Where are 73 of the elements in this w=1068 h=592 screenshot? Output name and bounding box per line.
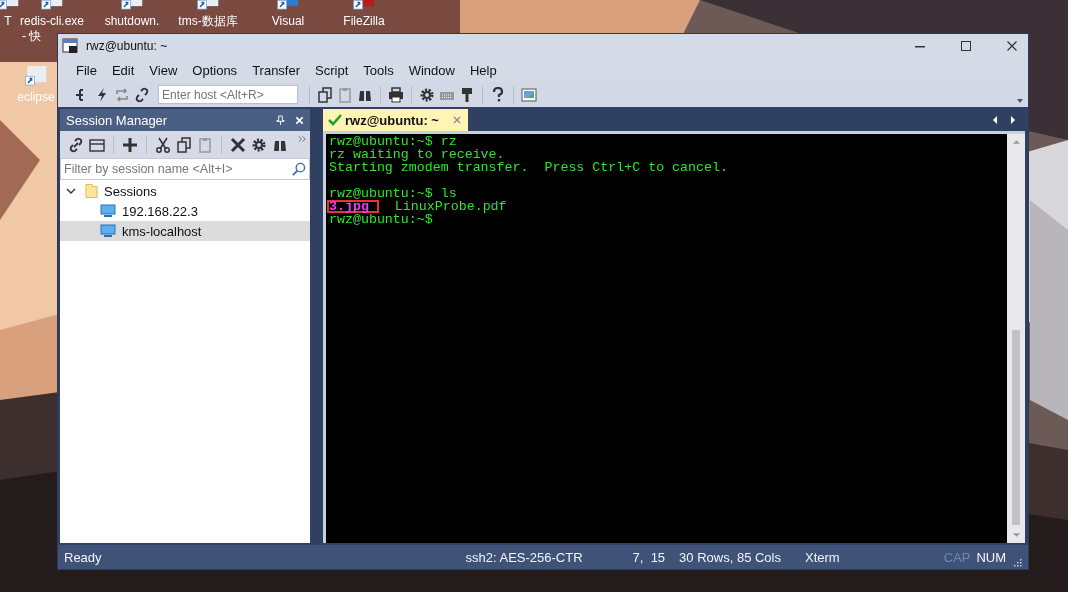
menu-item[interactable]: Script [315, 62, 349, 78]
search-icon [291, 161, 306, 177]
status-text: ssh2: AES-256-CTR [465, 549, 583, 565]
session-tab[interactable]: rwz@ubuntu: ~ [323, 109, 468, 131]
status-text: Ready [64, 549, 102, 565]
window-title: rwz@ubuntu: ~ [86, 39, 168, 53]
panel-title: Session Manager [66, 112, 168, 128]
app-icon [62, 38, 78, 54]
tree-label: Sessions [104, 183, 157, 199]
status-text: 7, 15 [632, 549, 666, 565]
tree-label: 192.168.22.3 [122, 203, 198, 219]
menu-item[interactable]: Options [192, 62, 238, 78]
menu-item[interactable]: Tools [363, 62, 394, 78]
help-icon[interactable] [490, 86, 506, 103]
tree-label: kms-localhost [122, 223, 202, 239]
status-text: NUM [976, 549, 1006, 565]
menu-item[interactable]: Edit [111, 62, 135, 78]
terminal-text: 3.jpg [327, 200, 379, 213]
status-text: 30 Rows, 85 Cols [679, 549, 781, 565]
close-icon[interactable] [1006, 40, 1018, 52]
delete-icon[interactable] [230, 136, 246, 153]
session-row[interactable]: 192.168.22.3 [60, 201, 310, 221]
scrollbar[interactable] [1007, 134, 1025, 543]
add-icon[interactable] [122, 136, 138, 153]
shortcut-label[interactable]: FileZilla [343, 14, 385, 29]
menu-item[interactable]: View [149, 62, 178, 78]
print-icon[interactable] [388, 86, 404, 103]
dropdown-arrow-icon[interactable] [1016, 98, 1024, 104]
monitor-icon [100, 204, 116, 218]
link-icon[interactable] [134, 86, 150, 103]
chevron-icon[interactable] [66, 186, 76, 196]
scroll-left-icon[interactable] [991, 115, 999, 125]
close-icon[interactable] [295, 114, 304, 126]
shortcut-label[interactable]: T [4, 14, 12, 29]
copy-icon[interactable] [176, 136, 192, 153]
shortcut-label[interactable]: tms-数据库 [178, 14, 238, 29]
terminal-text: rwz@ubuntu:~$ [329, 212, 433, 227]
menu-item[interactable]: File [76, 62, 97, 78]
folder-row[interactable]: Sessions [60, 181, 310, 201]
menu-item[interactable]: Window [408, 62, 455, 78]
tab-label: rwz@ubuntu: ~ [345, 112, 439, 128]
copy-icon[interactable] [317, 86, 333, 103]
terminal-text: rwz@ubuntu:~$ ls [329, 186, 457, 201]
settings-icon[interactable] [251, 136, 267, 153]
filter-field[interactable]: Filter by session name <Alt+I> [60, 158, 310, 180]
terminal-text: rz waiting to receive. [329, 147, 505, 162]
monitor-icon[interactable] [521, 86, 537, 103]
cut-icon[interactable] [155, 136, 171, 153]
scroll-right-icon[interactable] [1009, 115, 1017, 125]
settings-icon[interactable] [419, 86, 435, 103]
terminal-text: Starting zmodem transfer. Press Ctrl+C to cancel. [329, 160, 728, 175]
terminal-text: rwz@ubuntu:~$ rz [329, 134, 457, 149]
terminal-text: LinuxProbe.pdf [394, 199, 507, 214]
maximize-icon[interactable] [960, 40, 972, 52]
shortcut-label[interactable]: shutdown. [104, 14, 160, 29]
monitor-icon [100, 224, 116, 238]
checkmark-icon [328, 114, 342, 126]
menu-item[interactable]: Help [469, 62, 497, 78]
shortcut-label[interactable]: Visual [271, 14, 305, 29]
shortcut-label[interactable]: - 快 [22, 29, 42, 44]
folder-icon [85, 183, 98, 199]
host-field[interactable]: Enter host <Alt+R> [158, 85, 298, 104]
menu-item[interactable]: Transfer [252, 62, 301, 78]
resize-grip-icon[interactable] [1012, 557, 1022, 567]
session-row[interactable]: kms-localhost [60, 221, 310, 241]
status-text: CAP [943, 549, 971, 565]
pin-icon[interactable] [276, 114, 285, 126]
overflow-icon[interactable] [298, 135, 307, 143]
shortcut-label[interactable]: redis-cli.exe [20, 14, 84, 29]
link-icon[interactable] [68, 136, 84, 153]
window-icon[interactable] [89, 136, 105, 153]
status-text: Xterm [805, 549, 840, 565]
scrollbar-thumb[interactable] [1012, 330, 1020, 525]
